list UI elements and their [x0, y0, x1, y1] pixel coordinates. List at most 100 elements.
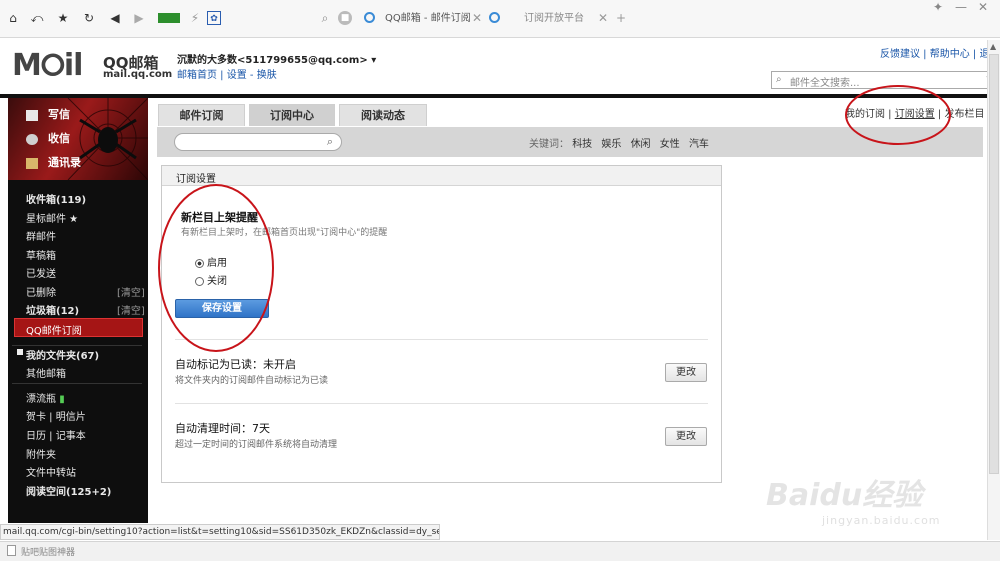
link-mail-home[interactable]: 邮箱首页	[177, 70, 217, 81]
extension-icon[interactable]	[158, 13, 180, 23]
chevron-down-icon[interactable]: ▾	[371, 55, 376, 66]
annotation-ellipse	[158, 184, 274, 352]
sidebar-app-bottle-label: 漂流瓶	[26, 394, 56, 405]
sidebar-item-inbox[interactable]: 收件箱(119)	[26, 191, 86, 206]
contacts-icon	[26, 157, 38, 169]
sidebar-item-deleted[interactable]: 已删除	[26, 284, 56, 299]
auto-mark-read-desc: 将文件夹内的订阅邮件自动标记为已读	[175, 376, 329, 386]
link-help[interactable]: 帮助中心	[930, 49, 970, 60]
auto-clean-desc: 超过一定时间的订阅邮件系统将自动清理	[175, 440, 338, 450]
keyword-link[interactable]: 女性	[660, 139, 680, 150]
back-icon[interactable]: ◀	[108, 11, 122, 25]
panel-divider	[175, 403, 708, 404]
auto-mark-read-title: 自动标记为已读：未开启	[175, 358, 296, 371]
page-scrollbar[interactable]: ▲	[987, 40, 1000, 540]
tab-subscribe-center[interactable]: 订阅中心	[249, 104, 335, 126]
change-auto-mark-button[interactable]: 更改	[665, 363, 707, 382]
top-right-links: 反馈建议 | 帮助中心 | 退出	[880, 45, 999, 60]
flash-icon[interactable]: ⚡	[188, 11, 202, 25]
browser-bottom-bar: 贴吧贴图神器	[0, 541, 1000, 561]
sidebar-item-group[interactable]: 群邮件	[26, 228, 56, 243]
sidebar-item-sent[interactable]: 已发送	[26, 265, 56, 280]
sidebar-item-drafts[interactable]: 草稿箱	[26, 247, 56, 262]
refresh-icon[interactable]: ↻	[82, 11, 96, 25]
panel-header: 订阅设置	[162, 166, 721, 186]
minimize-icon[interactable]: —	[954, 0, 968, 14]
keywords-label: 关键词：	[529, 139, 569, 150]
sidebar-my-folders[interactable]: 我的文件夹(67)	[26, 347, 99, 362]
search-icon: ⌕	[776, 74, 782, 85]
sidebar-app-cards[interactable]: 贺卡 | 明信片	[26, 408, 86, 423]
paw-icon[interactable]: ✿	[207, 11, 221, 25]
tab-favicon	[364, 12, 375, 23]
sidebar-app-file-transfer[interactable]: 文件中转站	[26, 464, 76, 479]
compose-button[interactable]: 写信	[26, 106, 70, 122]
clear-spam-link[interactable]: [清空]	[117, 302, 145, 317]
pin-icon[interactable]: ✦	[931, 0, 945, 14]
keyword-link[interactable]: 娱乐	[601, 139, 621, 150]
contacts-button[interactable]: 通讯录	[26, 154, 81, 170]
header-links: 邮箱首页 | 设置 - 换肤	[177, 70, 277, 81]
inbox-icon	[26, 133, 38, 145]
tab-qqmail[interactable]: QQ邮箱 - 邮件订阅	[385, 9, 471, 29]
link-skin[interactable]: 换肤	[257, 70, 277, 81]
keyword-link[interactable]: 休闲	[631, 139, 651, 150]
folder-toggle-icon[interactable]	[17, 349, 23, 355]
compose-icon	[26, 109, 38, 121]
window-close-icon[interactable]: ✕	[976, 0, 990, 14]
favorite-star-icon[interactable]: ★	[56, 11, 70, 25]
bottom-plugin-label[interactable]: 贴吧贴图神器	[21, 545, 75, 558]
scroll-thumb[interactable]	[989, 54, 999, 474]
restore-icon[interactable]: ⤺	[30, 11, 44, 25]
browser-toolbar: ⌂ ⤺ ★ ↻ ◀ ▶ ⚡ ✿ ⌕ ■ QQ邮箱 - 邮件订阅 ✕ 订阅开放平台…	[0, 0, 1000, 38]
sidebar-divider	[12, 383, 142, 384]
tab-subscribe-platform[interactable]: 订阅开放平台	[524, 9, 584, 29]
close-tab2-icon[interactable]: ✕	[596, 11, 610, 25]
receive-label: 收信	[48, 132, 70, 145]
home-icon[interactable]: ⌂	[6, 11, 20, 25]
change-auto-clean-button[interactable]: 更改	[665, 427, 707, 446]
receive-button[interactable]: 收信	[26, 130, 70, 146]
contacts-label: 通讯录	[48, 156, 81, 169]
clear-deleted-link[interactable]: [清空]	[117, 284, 145, 299]
sidebar-divider	[12, 345, 142, 346]
sidebar-app-attachments[interactable]: 附件夹	[26, 446, 56, 461]
user-account[interactable]: 沉默的大多数<511799655@qq.com> ▾	[177, 51, 376, 66]
search-placeholder: 邮件全文搜索...	[790, 78, 860, 89]
logo-url-text: mail.qq.com	[103, 69, 173, 80]
tab-mail-subscribe[interactable]: 邮件订阅	[158, 104, 245, 126]
document-icon	[7, 545, 16, 556]
close-tab-icon[interactable]: ✕	[470, 11, 484, 25]
sidebar-item-starred[interactable]: 星标邮件 ★	[26, 210, 78, 225]
panel-divider	[175, 339, 708, 340]
annotation-ellipse	[845, 85, 951, 145]
sidebar-app-bottle[interactable]: 漂流瓶 ▮	[26, 390, 65, 405]
qqmail-logo[interactable]: M⭘il	[12, 48, 83, 83]
sidebar-item-qq-subscribe[interactable]: QQ邮件订阅	[14, 318, 143, 337]
sidebar-other-mail[interactable]: 其他邮箱	[26, 365, 66, 380]
keyword-link[interactable]: 汽车	[689, 139, 709, 150]
tab2-favicon	[489, 12, 500, 23]
sidebar-app-calendar[interactable]: 日历 | 记事本	[26, 427, 86, 442]
link-settings[interactable]: 设置	[227, 70, 247, 81]
scroll-up-icon[interactable]: ▲	[990, 42, 996, 51]
link-status-bar: mail.qq.com/cgi-bin/setting10?action=lis…	[0, 524, 440, 540]
new-tab-icon[interactable]: +	[614, 11, 628, 25]
sidebar-app-reading-space[interactable]: 阅读空间(125+2)	[26, 483, 111, 498]
link-feedback[interactable]: 反馈建议	[880, 49, 920, 60]
baidu-watermark-url: jingyan.baidu.com	[822, 514, 941, 527]
search-icon[interactable]: ⌕	[318, 11, 332, 25]
search-icon[interactable]: ⌕	[327, 135, 333, 149]
keyword-list: 关键词： 科技 娱乐 休闲 女性 汽车	[529, 135, 709, 150]
sidebar-skin-banner: 写信 收信 通讯录	[8, 98, 148, 180]
auto-clean-title: 自动清理时间：7天	[175, 422, 270, 435]
compose-label: 写信	[48, 108, 70, 121]
tab-reading-activity[interactable]: 阅读动态	[339, 104, 427, 126]
panel-title: 订阅设置	[176, 174, 216, 185]
subscribe-search-input[interactable]: ⌕	[174, 133, 342, 151]
user-name: 沉默的大多数<511799655@qq.com>	[177, 55, 368, 66]
sidebar-item-spam[interactable]: 垃圾箱(12)	[26, 302, 79, 317]
keyword-link[interactable]: 科技	[572, 139, 592, 150]
stop-icon[interactable]: ■	[338, 11, 352, 25]
forward-icon[interactable]: ▶	[132, 11, 146, 25]
